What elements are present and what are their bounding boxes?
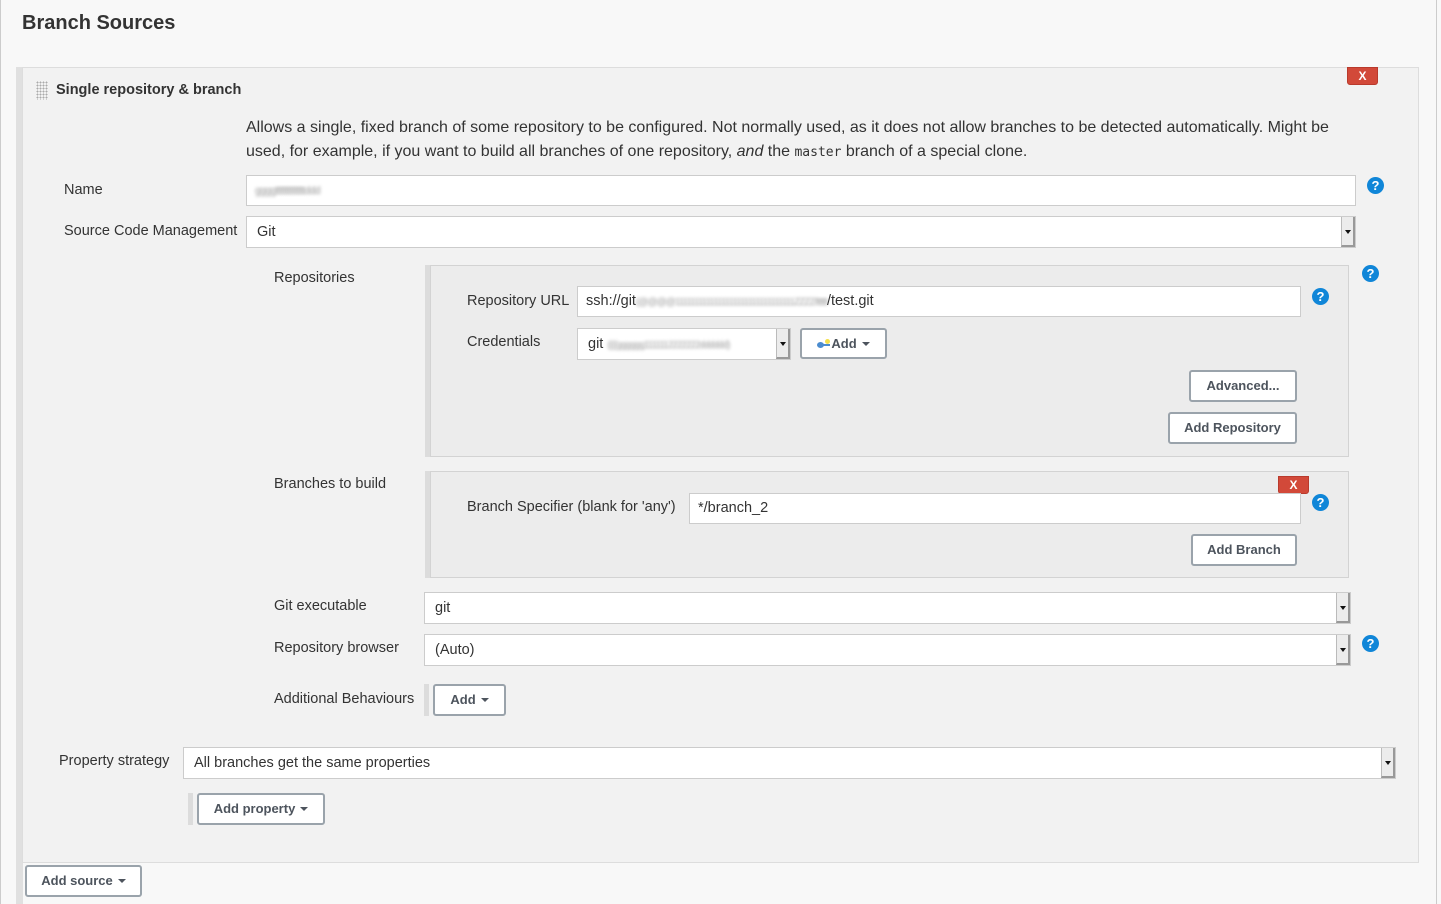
branches-label: Branches to build — [274, 476, 387, 492]
caret-down-icon — [861, 341, 870, 346]
git-executable-value: git — [435, 600, 451, 616]
add-repository-button[interactable]: Add Repository — [1168, 412, 1297, 444]
description-code: master — [794, 145, 842, 160]
name-label: Name — [64, 182, 103, 198]
help-icon[interactable]: ? — [1362, 265, 1379, 282]
property-strategy-select[interactable]: All branches get the same properties — [183, 747, 1396, 779]
repository-url-input[interactable]: ssh://git(@@@@11111111111111111111111111… — [577, 286, 1301, 317]
property-strategy-label: Property strategy — [59, 753, 170, 769]
credentials-redacted: ((((gggggg1111112222222dddddd) — [607, 340, 730, 351]
repository-browser-select[interactable]: (Auto) — [424, 634, 1351, 666]
git-executable-select[interactable]: git — [424, 592, 1351, 624]
dropdown-arrow-icon — [1336, 593, 1350, 623]
url-redacted: (@@@@1111111111111111111111111111111ZZZZ… — [635, 297, 828, 308]
drag-handle-icon[interactable] — [36, 81, 48, 100]
credentials-select[interactable]: git ((((gggggg1111112222222dddddd) — [577, 328, 791, 360]
caret-down-icon — [117, 878, 126, 883]
scm-value: Git — [257, 224, 276, 240]
repositories-label: Repositories — [274, 270, 355, 286]
dropdown-arrow-icon — [776, 329, 790, 359]
key-icon — [817, 338, 831, 349]
add-behaviour-label: Add — [450, 692, 476, 707]
add-credentials-label: Add — [831, 336, 857, 351]
add-branch-button[interactable]: Add Branch — [1191, 534, 1297, 566]
help-icon[interactable]: ? — [1367, 177, 1384, 194]
help-icon[interactable]: ? — [1362, 635, 1379, 652]
repository-browser-value: (Auto) — [435, 642, 475, 658]
add-credentials-button[interactable]: Add — [800, 328, 887, 359]
caret-down-icon — [480, 697, 489, 702]
name-value: ggggttttttttttttttddd — [255, 185, 321, 197]
source-description: Allows a single, fixed branch of some re… — [246, 116, 1356, 165]
property-strategy-value: All branches get the same properties — [194, 755, 431, 771]
add-property-label: Add property — [213, 801, 296, 816]
repository-url-label: Repository URL — [467, 293, 570, 309]
scm-select[interactable]: Git — [246, 216, 1356, 248]
url-suffix: /test.git — [826, 293, 874, 309]
add-source-button[interactable]: Add source — [25, 865, 142, 897]
credentials-value: git — [588, 336, 604, 352]
branch-specifier-input[interactable]: */branch_2 — [689, 493, 1301, 524]
branch-specifier-label: Branch Specifier (blank for 'any') — [467, 499, 676, 515]
additional-behaviours-label: Additional Behaviours — [274, 691, 415, 707]
behaviours-drag-bar — [424, 684, 429, 716]
dropdown-arrow-icon — [1336, 635, 1350, 665]
url-prefix: ssh://git — [586, 293, 636, 309]
delete-branch-button[interactable]: X — [1278, 476, 1309, 494]
add-behaviour-button[interactable]: Add — [433, 684, 506, 716]
advanced-button[interactable]: Advanced... — [1189, 370, 1297, 402]
dropdown-arrow-icon — [1341, 217, 1355, 247]
description-text: branch of a special clone. — [841, 143, 1028, 160]
dropdown-arrow-icon — [1381, 748, 1395, 778]
caret-down-icon — [300, 806, 309, 811]
add-source-label: Add source — [41, 873, 113, 888]
help-icon[interactable]: ? — [1312, 494, 1329, 511]
repository-browser-label: Repository browser — [274, 640, 399, 656]
credentials-label: Credentials — [467, 334, 541, 350]
description-text: the — [763, 143, 795, 160]
description-emphasis: and — [736, 143, 764, 160]
source-title: Single repository & branch — [56, 82, 242, 98]
delete-source-button[interactable]: X — [1347, 67, 1378, 85]
add-property-button[interactable]: Add property — [197, 793, 325, 825]
git-executable-label: Git executable — [274, 598, 367, 614]
name-input[interactable]: ggggttttttttttttttddd — [246, 175, 1356, 206]
property-drag-bar — [188, 793, 193, 825]
section-title: Branch Sources — [22, 12, 176, 34]
scm-label: Source Code Management — [64, 223, 238, 239]
help-icon[interactable]: ? — [1312, 288, 1329, 305]
